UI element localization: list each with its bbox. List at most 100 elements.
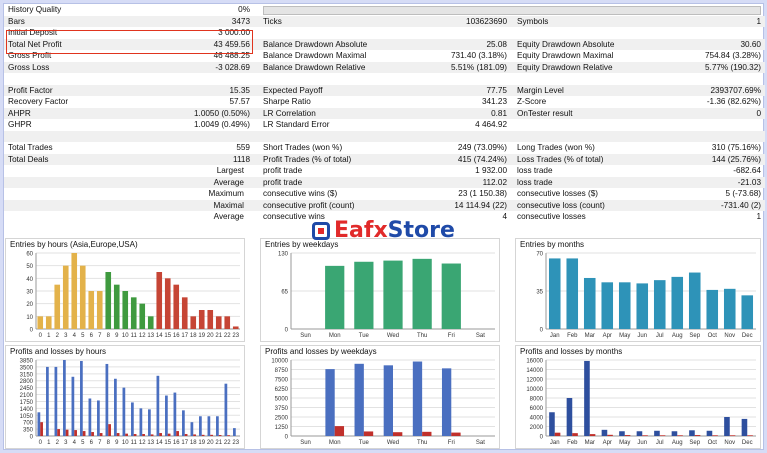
stat-value: -3 028.69 [215, 62, 250, 72]
stat-value [154, 131, 250, 143]
stats-row: Largest profit trade 1 932.00 loss trade -68… [4, 165, 765, 177]
bar [659, 435, 666, 436]
x-tick-label: Jul [656, 440, 664, 446]
stat-value [404, 27, 507, 39]
chart-profits-by-hours: Profits and losses by hours 0 350 700 1050 1… [5, 345, 245, 449]
stat-label: Balance Drawdown Maximal [263, 51, 367, 60]
bar [125, 433, 128, 436]
stat-label [8, 73, 158, 85]
x-tick-label: Dec [742, 440, 753, 446]
chart-entries-by-hours: Entries by hours (Asia,Europe,USA) 0 10 20… [5, 238, 245, 342]
x-tick-label: 5 [81, 440, 85, 446]
x-tick-label: Mon [329, 440, 341, 446]
stat-label: Gross Profit [8, 51, 52, 60]
bar [619, 431, 625, 436]
bar [671, 276, 684, 329]
x-tick-label: 14 [156, 333, 163, 339]
stat-label: consecutive wins ($) [263, 189, 338, 198]
bar [325, 369, 335, 436]
y-tick-label: 6000 [530, 406, 544, 412]
x-tick-label: Jan [550, 440, 560, 446]
x-tick-label: 4 [73, 333, 77, 339]
stat-value: 3473 [231, 16, 250, 26]
bar [184, 434, 188, 436]
stat-value [154, 165, 250, 177]
x-tick-label: Aug [672, 440, 683, 446]
stat-value: 14 114.94 (22) [454, 200, 507, 210]
y-tick-label: 65 [281, 290, 288, 296]
bar [618, 282, 631, 329]
bar [79, 265, 86, 329]
x-tick-label: 11 [131, 333, 138, 339]
watermark-text-b: Store [387, 218, 455, 243]
y-tick-label: 130 [278, 252, 289, 258]
x-tick-label: Sep [689, 440, 700, 446]
report-frame: History Quality 0% Bars 3473 Ticks 10362369… [3, 3, 765, 450]
x-tick-label: May [619, 333, 630, 339]
bar [74, 430, 77, 436]
x-tick-label: Tue [359, 333, 370, 339]
bar [706, 430, 713, 436]
bar [139, 408, 143, 436]
chart-profits-by-months: Profits and losses by months 0 2000 4000 60… [515, 345, 761, 449]
x-tick-label: 16 [173, 440, 180, 446]
bar [383, 365, 393, 436]
stats-row: GHPR 1.0049 (0.49%) LR Standard Error 4 464… [4, 119, 765, 131]
store-logo-icon [312, 222, 330, 240]
stats-row: Total Net Profit 43 459.56 Balance Drawdow… [4, 38, 765, 50]
stat-value: 5 (-73.68) [725, 189, 762, 198]
x-tick-label: Sun [300, 440, 311, 446]
stat-value: 0 [756, 108, 761, 118]
stat-value [404, 73, 507, 85]
x-tick-label: Nov [724, 333, 735, 339]
y-tick-label: 10 [26, 315, 33, 321]
stat-value: 1 [756, 212, 761, 221]
x-tick-label: 4 [73, 440, 77, 446]
bar [46, 366, 49, 436]
bar [165, 395, 168, 436]
x-tick-label: 13 [147, 333, 154, 339]
x-tick-label: Apr [603, 333, 612, 339]
y-tick-label: 10000 [271, 359, 288, 365]
stat-label [263, 73, 413, 85]
y-tick-label: 3850 [20, 359, 34, 365]
bar [412, 258, 432, 329]
chart-svg: 0350700105014001750210024502800315035003… [20, 359, 240, 446]
y-tick-label: 8750 [275, 368, 289, 374]
stat-value: 754.84 (3.28%) [705, 51, 761, 60]
x-tick-label: 0 [39, 333, 43, 339]
bar [37, 316, 44, 329]
x-tick-label: May [619, 440, 630, 446]
x-tick-label: Aug [672, 333, 683, 339]
stat-value: 1.0049 (0.49%) [194, 120, 250, 129]
bar [63, 360, 66, 436]
history-quality-value: 0% [238, 5, 250, 14]
bar [105, 272, 112, 329]
history-quality-bar [263, 6, 761, 15]
bar [624, 435, 631, 436]
y-tick-label: 1750 [20, 400, 34, 406]
bar [199, 416, 202, 436]
y-tick-label: 0 [30, 328, 34, 334]
y-tick-label: 8000 [530, 397, 544, 403]
stat-value [644, 119, 761, 131]
stat-value: 1 932.00 [475, 166, 507, 175]
bar [724, 417, 730, 436]
y-tick-label: 2100 [20, 393, 34, 399]
y-tick-label: 70 [536, 252, 543, 258]
x-tick-label: 12 [139, 440, 146, 446]
bar [712, 435, 718, 436]
bar [729, 435, 736, 436]
y-tick-label: 0 [540, 328, 544, 334]
x-tick-label: 9 [115, 440, 119, 446]
bar [741, 418, 748, 436]
stat-value: 43 459.56 [213, 39, 250, 49]
bar [122, 291, 129, 329]
stat-label: Profit Trades (% of total) [263, 154, 352, 164]
stat-value: 57.57 [229, 97, 251, 106]
bar [224, 316, 231, 329]
bar [54, 284, 61, 329]
bar [176, 431, 179, 436]
x-tick-label: 22 [224, 440, 231, 446]
x-tick-label: Jun [637, 333, 647, 339]
